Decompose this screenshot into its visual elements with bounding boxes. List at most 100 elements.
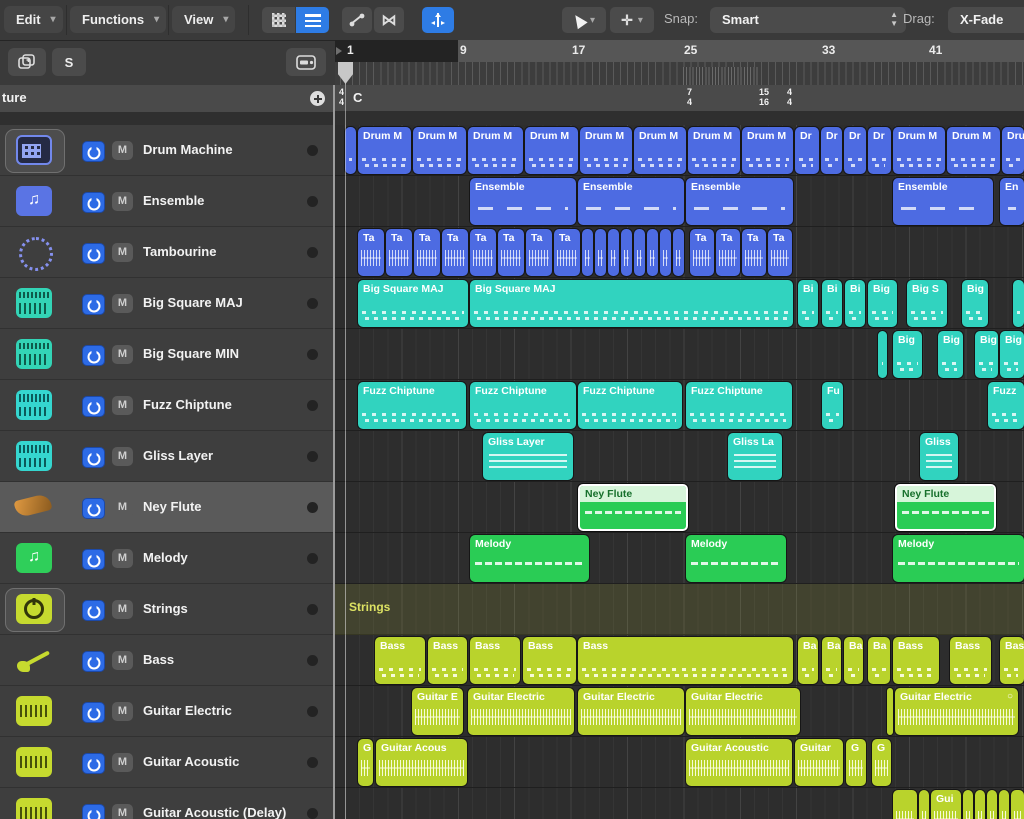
region[interactable]: Bass [470,637,520,684]
region[interactable]: Ta [358,229,384,276]
ruler-tick-strip[interactable] [335,62,1024,85]
mute-button[interactable]: M [112,447,133,466]
region[interactable] [963,790,973,819]
track-power-button[interactable] [82,345,105,366]
track-status-dot[interactable] [307,247,318,258]
region[interactable]: Ta [414,229,440,276]
region[interactable] [893,790,917,819]
view-menu[interactable]: View [172,6,235,33]
region[interactable]: Gliss La [728,433,782,480]
region[interactable]: Melody [893,535,1024,582]
region[interactable] [595,229,606,276]
region[interactable]: Bas [1000,637,1024,684]
region[interactable]: Melody [686,535,786,582]
secondary-tool-button[interactable]: ✛▾ [610,7,654,33]
region[interactable]: Big [975,331,998,378]
mute-button[interactable]: M [112,651,133,670]
region[interactable]: Big [938,331,963,378]
time-signature-segment[interactable]: 44C [335,85,685,111]
track-power-button[interactable] [82,549,105,570]
track-row-guitar-acoustic-delay-[interactable]: MGuitar Acoustic (Delay) [0,788,333,819]
region[interactable]: Ba [798,637,818,684]
track-row-guitar-acoustic[interactable]: MGuitar Acoustic [0,737,333,788]
solo-button[interactable]: S [52,48,86,76]
region[interactable]: Ta [716,229,740,276]
region[interactable]: Bass [523,637,576,684]
track-status-dot[interactable] [307,400,318,411]
track-power-button[interactable] [82,243,105,264]
track-status-dot[interactable] [307,655,318,666]
track-status-dot[interactable] [307,502,318,513]
track-row-bass[interactable]: MBass [0,635,333,686]
region[interactable]: Bi [845,280,865,327]
region[interactable]: Guitar Electric [578,688,684,735]
region[interactable]: G [358,739,373,786]
mute-button[interactable]: M [112,141,133,160]
region[interactable]: Drum M [742,127,793,174]
region[interactable]: Bass [375,637,425,684]
region[interactable]: Big [893,331,922,378]
region[interactable]: Big [1000,331,1024,378]
region[interactable]: Ta [498,229,524,276]
track-row-strings[interactable]: MStrings [0,584,333,635]
region[interactable]: Melody [470,535,589,582]
region[interactable]: Ta [526,229,552,276]
track-row-guitar-electric[interactable]: MGuitar Electric [0,686,333,737]
time-signature-segment[interactable]: 74 [683,85,757,111]
track-status-dot[interactable] [307,451,318,462]
region[interactable]: Guitar Electric [468,688,574,735]
region[interactable]: Dr [868,127,891,174]
region[interactable]: Drum M [358,127,411,174]
track-row-big-square-min[interactable]: MBig Square MIN [0,329,333,380]
region[interactable] [647,229,658,276]
region[interactable] [878,331,887,378]
region[interactable] [919,790,929,819]
region[interactable]: Drum M [580,127,632,174]
catch-playhead-button[interactable] [422,7,454,33]
region[interactable]: Fuzz [988,382,1024,429]
track-row-fuzz-chiptune[interactable]: MFuzz Chiptune [0,380,333,431]
mute-button[interactable]: M [112,753,133,772]
region[interactable]: Fuzz Chiptune [358,382,466,429]
track-status-dot[interactable] [307,349,318,360]
region[interactable]: Ta [768,229,792,276]
region[interactable]: Fuzz Chiptune [470,382,576,429]
track-power-button[interactable] [82,294,105,315]
track-power-button[interactable] [82,447,105,468]
track-power-button[interactable] [82,753,105,774]
track-list-header[interactable]: ture [0,85,333,113]
region[interactable]: Ta [470,229,496,276]
bar-ruler[interactable]: 1917253341 [335,40,1024,62]
mute-button[interactable]: M [112,192,133,211]
region[interactable]: Guitar Electric○ [895,688,1018,735]
time-signature-segment[interactable]: 1516 [755,85,785,111]
arrange-area[interactable]: StringsDrum MDrum MDrum MDrum MDrum MDru… [335,125,1024,819]
region[interactable]: Gliss Layer [483,433,573,480]
region[interactable]: Ta [742,229,766,276]
track-status-dot[interactable] [307,553,318,564]
track-status-dot[interactable] [307,808,318,819]
track-row-ensemble[interactable]: MEnsemble [0,176,333,227]
pointer-tool-button[interactable]: ▾ [562,7,606,33]
add-icon[interactable] [310,91,325,106]
add-track-button[interactable] [8,48,46,76]
time-signature-strip[interactable]: 44C74151644 [335,85,1024,112]
region[interactable]: Drum M [525,127,578,174]
region[interactable]: Big Square MAJ [358,280,468,327]
mute-button[interactable]: M [112,549,133,568]
region[interactable]: Bass [428,637,467,684]
track-header-config-button[interactable] [286,48,326,76]
region[interactable]: Ba [844,637,863,684]
track-power-button[interactable] [82,600,105,621]
track-row-big-square-maj[interactable]: MBig Square MAJ [0,278,333,329]
region[interactable]: Dru [1002,127,1024,174]
region[interactable]: Drum M [893,127,945,174]
region[interactable] [673,229,684,276]
grid-view-button[interactable] [262,7,295,33]
region[interactable]: Guitar Electric [686,688,800,735]
region[interactable]: Ney Flute [578,484,688,531]
region[interactable]: En [1000,178,1024,225]
snap-dropdown[interactable]: Smart ▲▼ [710,7,906,33]
track-row-melody[interactable]: MMelody [0,533,333,584]
region[interactable]: Bi [798,280,818,327]
